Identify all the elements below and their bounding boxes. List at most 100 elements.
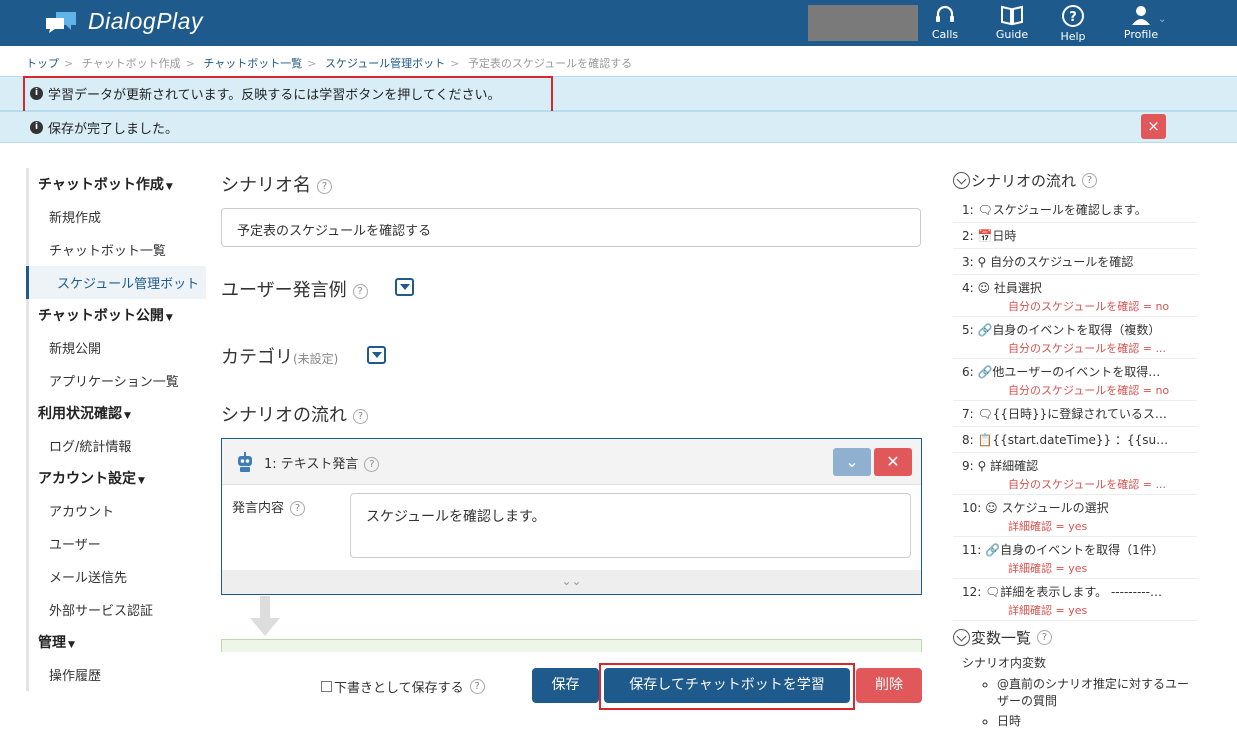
- breadcrumb-current: 予定表のスケジュールを確認する: [467, 57, 633, 70]
- vars-group-label: シナリオ内変数: [962, 656, 1047, 670]
- flow-item-text: 4: ☺ 社員選択: [962, 281, 1042, 295]
- help-icon[interactable]: ?: [317, 178, 332, 194]
- expand-step-bar[interactable]: ⌄⌄: [222, 570, 921, 594]
- flow-item-condition: 詳細確認 = yes: [1008, 562, 1088, 575]
- var-item[interactable]: @直前のシナリオ推定に対するユーザーの質問: [997, 675, 1197, 709]
- say-textarea[interactable]: スケジュールを確認します。: [350, 493, 911, 558]
- delete-step-button[interactable]: ✕: [874, 448, 912, 476]
- help-icon[interactable]: ?: [352, 283, 368, 299]
- redacted-area: [808, 5, 918, 41]
- scenario-name-heading: シナリオ名?: [221, 171, 332, 197]
- flow-item[interactable]: 2: 📅日時: [953, 223, 1197, 249]
- flow-item[interactable]: 7: 🗨{{日時}}に登録されているス…: [953, 401, 1197, 427]
- delete-button[interactable]: 削除: [856, 668, 922, 703]
- flow-item[interactable]: 12: 🗨詳細を表示します。 ---------… 詳細確認 = yes: [953, 579, 1197, 621]
- logo[interactable]: DialogPlay: [44, 8, 203, 35]
- robot-icon: [238, 452, 252, 472]
- nav-guide[interactable]: Guide: [982, 4, 1042, 41]
- caret-down-icon: ▼: [165, 182, 173, 192]
- sidebar-section-create[interactable]: チャットボット作成 ▼: [29, 168, 206, 200]
- sidebar-section-publish[interactable]: チャットボット公開 ▼: [29, 299, 206, 331]
- flow-arrow-icon: [250, 596, 280, 636]
- breadcrumb-top[interactable]: トップ: [26, 57, 59, 70]
- caret-down-icon: ▼: [124, 411, 131, 421]
- sidebar-section-admin[interactable]: 管理 ▼: [29, 626, 206, 658]
- sidebar-item-chatbot-list[interactable]: チャットボット一覧: [29, 233, 206, 266]
- draft-checkbox-label[interactable]: 下書きとして保存する?: [321, 677, 485, 696]
- breadcrumb-chatbot-list[interactable]: チャットボット一覧: [203, 57, 302, 70]
- sidebar-item-history[interactable]: 操作履歴: [29, 658, 206, 691]
- help-icon[interactable]: ?: [364, 457, 380, 472]
- draft-checkbox[interactable]: [321, 681, 332, 692]
- flow-item[interactable]: 9: ⚲ 詳細確認自分のスケジュールを確認 = ...: [953, 453, 1197, 495]
- sidebar-item-auth[interactable]: 外部サービス認証: [29, 593, 206, 626]
- flow-item[interactable]: 3: ⚲ 自分のスケジュールを確認: [953, 249, 1197, 275]
- sidebar-item-app-list[interactable]: アプリケーション一覧: [29, 364, 206, 397]
- collapse-circle-icon[interactable]: [953, 629, 970, 646]
- sidebar-item-logs[interactable]: ログ/統計情報: [29, 429, 206, 462]
- sidebar-item-new-publish[interactable]: 新規公開: [29, 331, 206, 364]
- utterance-toggle-button[interactable]: [395, 278, 414, 296]
- breadcrumb-bot[interactable]: スケジュール管理ボット: [325, 57, 445, 70]
- flow-item[interactable]: 8: 📋{{start.dateTime}} ：{{su…: [953, 427, 1197, 453]
- vars-panel-title[interactable]: 変数一覧?: [953, 627, 1197, 648]
- nav-help-label: Help: [1060, 30, 1086, 43]
- help-icon[interactable]: ?: [1037, 630, 1053, 645]
- breadcrumb: トップ > チャットボット作成 > チャットボット一覧 > スケジュール管理ボット > …: [26, 57, 633, 70]
- category-heading: カテゴリ(未設定): [221, 347, 339, 368]
- flow-item-condition: 自分のスケジュールを確認 = ...: [1008, 478, 1166, 491]
- collapse-circle-icon[interactable]: [953, 172, 970, 189]
- breadcrumb-create[interactable]: チャットボット作成: [82, 57, 181, 70]
- help-icon[interactable]: ?: [1082, 173, 1098, 188]
- var-item[interactable]: 日時: [997, 712, 1197, 729]
- flow-item-text: 9: ⚲ 詳細確認: [962, 459, 1039, 473]
- flow-item-text: 1: 🗨スケジュールを確認します。: [962, 203, 1147, 217]
- flow-item-text: 7: 🗨{{日時}}に登録されているス…: [962, 407, 1167, 421]
- flow-item[interactable]: 1: 🗨スケジュールを確認します。: [953, 197, 1197, 223]
- user-icon: [1132, 6, 1150, 25]
- flow-item[interactable]: 10: ☺ スケジュールの選択 詳細確認 = yes: [953, 495, 1197, 537]
- flow-item-condition: 自分のスケジュールを確認 = no: [1008, 384, 1170, 397]
- collapse-step-button[interactable]: ⌄: [833, 448, 871, 476]
- help-icon[interactable]: ?: [290, 501, 306, 516]
- save-button[interactable]: 保存: [532, 668, 599, 703]
- category-toggle-button[interactable]: [367, 346, 386, 364]
- nav-help[interactable]: ? Help: [1043, 4, 1103, 43]
- flow-item-condition: 自分のスケジュールを確認 = no: [1008, 300, 1170, 313]
- flow-panel-title[interactable]: シナリオの流れ?: [953, 170, 1197, 191]
- sidebar-item-new[interactable]: 新規作成: [29, 200, 206, 233]
- book-icon: [1001, 5, 1023, 26]
- step-title: 1: テキスト発言?: [264, 453, 380, 472]
- flow-item[interactable]: 11: 🔗自身のイベントを取得（1件） 詳細確認 = yes: [953, 537, 1197, 579]
- flow-item-text: 6: 🔗他ユーザーのイベントを取得…: [962, 365, 1161, 379]
- sidebar-item-users[interactable]: ユーザー: [29, 527, 206, 560]
- saved-alert-text: 保存が完了しました。: [48, 121, 179, 137]
- sidebar-item-mail[interactable]: メール送信先: [29, 560, 206, 593]
- sidebar-section-account[interactable]: アカウント設定 ▼: [29, 462, 206, 494]
- flow-item[interactable]: 4: ☺ 社員選択自分のスケジュールを確認 = no: [953, 275, 1197, 317]
- help-icon[interactable]: ?: [469, 679, 485, 694]
- sidebar-item-schedule-bot[interactable]: スケジュール管理ボット: [26, 266, 206, 299]
- close-alert-button[interactable]: ×: [1141, 114, 1166, 139]
- flow-heading: シナリオの流れ?: [221, 401, 368, 427]
- sidebar-section-usage[interactable]: 利用状況確認 ▼: [29, 397, 206, 429]
- flow-item-condition: 詳細確認 = yes: [1008, 520, 1088, 533]
- flow-item-text: 12: 🗨詳細を表示します。 ---------…: [962, 585, 1162, 599]
- nav-guide-label: Guide: [995, 28, 1029, 41]
- help-icon[interactable]: ?: [353, 408, 368, 424]
- vars-list: シナリオ内変数 @直前のシナリオ推定に対するユーザーの質問 日時: [953, 654, 1197, 729]
- top-navbar: DialogPlay Calls Guide ? Help Profile ⌄: [0, 0, 1237, 46]
- flow-item-text: 3: ⚲ 自分のスケジュールを確認: [962, 255, 1134, 269]
- flow-item[interactable]: 5: 🔗自身のイベントを取得（複数） 自分のスケジュールを確認 = ...: [953, 317, 1197, 359]
- nav-calls[interactable]: Calls: [915, 4, 975, 41]
- app-title: DialogPlay: [88, 8, 203, 34]
- flow-item[interactable]: 6: 🔗他ユーザーのイベントを取得… 自分のスケジュールを確認 = no: [953, 359, 1197, 401]
- step-card-header: 1: テキスト発言? ⌄ ✕: [222, 439, 921, 485]
- right-panel: シナリオの流れ? 1: 🗨スケジュールを確認します。 2: 📅日時 3: ⚲ 自分の…: [953, 170, 1197, 732]
- flow-item-condition: 詳細確認 = yes: [1008, 604, 1088, 617]
- nav-profile-label: Profile: [1123, 28, 1159, 41]
- saved-alert: i 保存が完了しました。: [0, 111, 1237, 143]
- sidebar-item-account[interactable]: アカウント: [29, 494, 206, 527]
- scenario-name-input[interactable]: 予定表のスケジュールを確認する: [221, 208, 921, 247]
- chevron-down-icon[interactable]: ⌄: [1158, 14, 1166, 25]
